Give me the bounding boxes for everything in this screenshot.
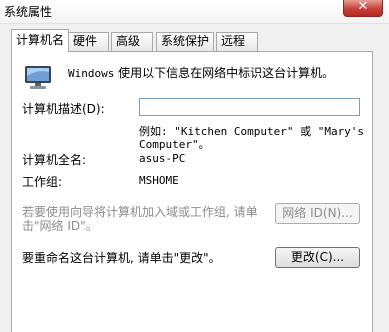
title-bar: 系统属性 ✕ xyxy=(0,0,389,24)
tab-system-protection[interactable]: 系统保护 xyxy=(156,32,214,51)
workgroup-value: MSHOME xyxy=(139,174,179,187)
close-button[interactable]: ✕ xyxy=(343,0,383,17)
tab-hardware[interactable]: 硬件 xyxy=(68,32,109,51)
full-name-value: asus-PC xyxy=(139,152,186,165)
description-label: 计算机描述(D): xyxy=(22,102,105,116)
network-id-text-line2: 击"网络 ID"。 xyxy=(22,219,98,233)
intro-prefix: Windows xyxy=(68,67,115,80)
description-example-line2: Computer"。 xyxy=(139,138,210,151)
computer-monitor-icon xyxy=(25,66,51,89)
network-id-button[interactable]: 网络 ID(N)... xyxy=(275,203,360,224)
workgroup-label: 工作组: xyxy=(22,175,63,189)
window-title: 系统属性 xyxy=(4,5,53,19)
intro-text: Windows 使用以下信息在网络中标识这台计算机。 xyxy=(68,64,334,81)
tab-remote[interactable]: 远程 xyxy=(216,32,258,51)
tab-advanced[interactable]: 高级 xyxy=(111,32,153,51)
full-name-label: 计算机全名: xyxy=(22,153,87,167)
tab-panel xyxy=(11,51,373,332)
intro-body: 使用以下信息在网络中标识这台计算机。 xyxy=(114,66,335,80)
tab-computer-name[interactable]: 计算机名 xyxy=(11,29,69,52)
rename-text: 要重命名这台计算机, 请单击"更改"。 xyxy=(22,251,221,265)
change-button[interactable]: 更改(C)... xyxy=(275,247,360,268)
description-input[interactable] xyxy=(139,98,360,116)
